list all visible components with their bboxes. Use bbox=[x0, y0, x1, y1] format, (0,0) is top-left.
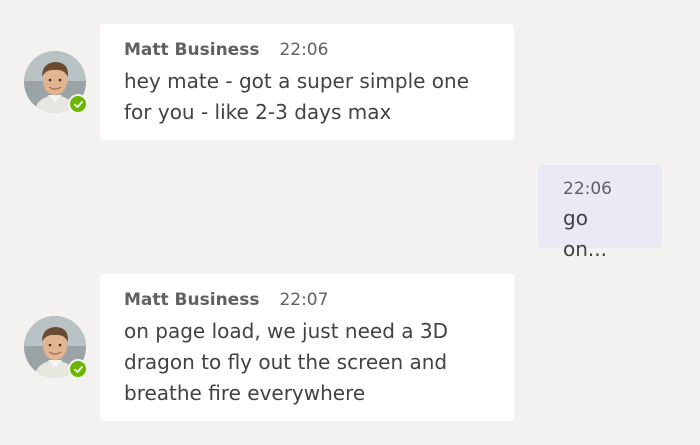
message-line: breathe fire everywhere bbox=[124, 381, 366, 405]
message-timestamp: 22:06 bbox=[279, 40, 329, 60]
presence-available-icon bbox=[68, 94, 88, 114]
message-text: on page load, we just need a 3D dragon t… bbox=[124, 316, 490, 409]
sender-name[interactable]: Matt Business bbox=[124, 289, 259, 311]
message-line: for you - like 2-3 days max bbox=[124, 100, 392, 124]
message-bubble[interactable]: Matt Business 22:07 on page load, we jus… bbox=[100, 274, 514, 421]
message-text: go on... bbox=[563, 203, 637, 265]
message-line: hey mate - got a super simple one bbox=[124, 69, 469, 93]
message-line: dragon to fly out the screen and bbox=[124, 350, 448, 374]
message-header: 22:06 bbox=[563, 178, 637, 200]
message-timestamp: 22:06 bbox=[563, 179, 612, 199]
message-bubble-self[interactable]: 22:06 go on... bbox=[538, 165, 662, 261]
message-header: Matt Business 22:06 bbox=[124, 39, 490, 61]
message-timestamp: 22:07 bbox=[279, 290, 329, 310]
sender-name[interactable]: Matt Business bbox=[124, 39, 259, 61]
presence-available-icon bbox=[68, 359, 88, 379]
message-line: go on... bbox=[563, 206, 607, 261]
message-bubble[interactable]: Matt Business 22:06 hey mate - got a sup… bbox=[100, 24, 514, 140]
message-line: on page load, we just need a 3D bbox=[124, 319, 448, 343]
message-text: hey mate - got a super simple one for yo… bbox=[124, 66, 490, 128]
message-header: Matt Business 22:07 bbox=[124, 289, 490, 311]
